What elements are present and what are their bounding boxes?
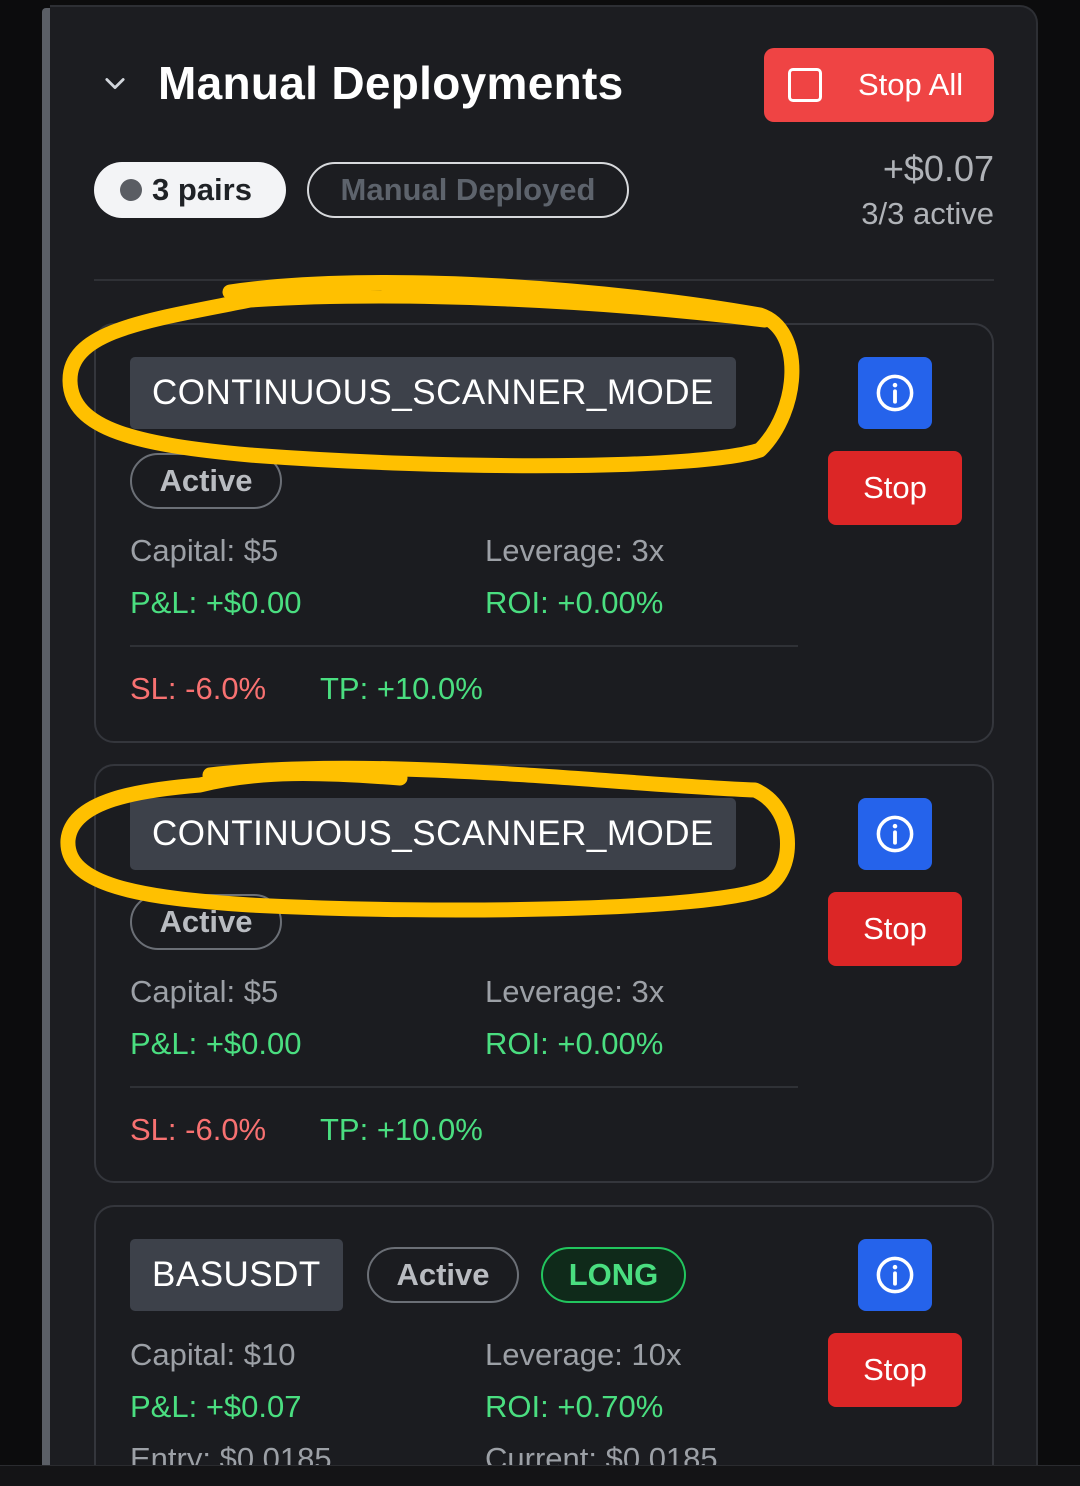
roi-value: ROI: +0.00% (485, 585, 664, 620)
capital-value: Capital: $5 (130, 533, 279, 568)
info-button[interactable] (858, 798, 932, 870)
bottom-edge (0, 1465, 1080, 1486)
info-button[interactable] (858, 1239, 932, 1311)
info-circle-icon (876, 1256, 914, 1294)
card-divider (130, 645, 798, 647)
header-divider (94, 279, 994, 281)
panel-accent-bar (42, 8, 50, 1486)
info-circle-icon (876, 815, 914, 853)
stop-button[interactable]: Stop (828, 1333, 962, 1407)
status-badge: Active (130, 894, 282, 950)
roi-value: ROI: +0.00% (485, 1026, 664, 1061)
app-screen: Manual Deployments Stop All 3 pairs Manu… (0, 0, 1080, 1486)
deployment-card: BASUSDT Active LONG Stop Capital: $10 Le… (94, 1205, 994, 1486)
status-badge: Active (130, 453, 282, 509)
info-button[interactable] (858, 357, 932, 429)
section-title: Manual Deployments (158, 57, 624, 109)
pnl-value: P&L: +$0.07 (130, 1389, 302, 1424)
summary: +$0.07 3/3 active (861, 148, 994, 232)
stop-button[interactable]: Stop (828, 451, 962, 525)
deployment-name: CONTINUOUS_SCANNER_MODE (130, 798, 736, 870)
stop-loss-value: SL: -6.0% (130, 671, 267, 706)
leverage-value: Leverage: 10x (485, 1337, 682, 1372)
active-count: 3/3 active (861, 196, 994, 231)
pairs-count-chip: 3 pairs (94, 162, 286, 218)
pnl-value: P&L: +$0.00 (130, 1026, 302, 1061)
capital-value: Capital: $10 (130, 1337, 296, 1372)
take-profit-value: TP: +10.0% (320, 1112, 483, 1147)
deployment-name: CONTINUOUS_SCANNER_MODE (130, 357, 736, 429)
section-header: Manual Deployments Stop All (100, 48, 994, 128)
square-stop-icon (788, 68, 822, 102)
status-badge: Active (367, 1247, 519, 1303)
manual-deployed-chip[interactable]: Manual Deployed (307, 162, 629, 218)
side-badge: LONG (541, 1247, 686, 1303)
stop-all-button[interactable]: Stop All (764, 48, 994, 122)
roi-value: ROI: +0.70% (485, 1389, 664, 1424)
pnl-value: P&L: +$0.00 (130, 585, 302, 620)
stop-button[interactable]: Stop (828, 892, 962, 966)
stop-loss-value: SL: -6.0% (130, 1112, 267, 1147)
card-divider (130, 1086, 798, 1088)
total-pnl: +$0.07 (882, 148, 994, 189)
chevron-down-icon[interactable] (100, 68, 130, 98)
deployment-card: CONTINUOUS_SCANNER_MODE Active Stop Capi… (94, 323, 994, 743)
stop-all-label: Stop All (858, 67, 964, 102)
take-profit-value: TP: +10.0% (320, 671, 483, 706)
leverage-value: Leverage: 3x (485, 533, 665, 568)
pairs-count-label: 3 pairs (152, 172, 252, 207)
deployment-name: BASUSDT (130, 1239, 343, 1311)
capital-value: Capital: $5 (130, 974, 279, 1009)
deployment-card: CONTINUOUS_SCANNER_MODE Active Stop Capi… (94, 764, 994, 1183)
leverage-value: Leverage: 3x (485, 974, 665, 1009)
status-dot-icon (120, 179, 142, 201)
info-circle-icon (876, 374, 914, 412)
